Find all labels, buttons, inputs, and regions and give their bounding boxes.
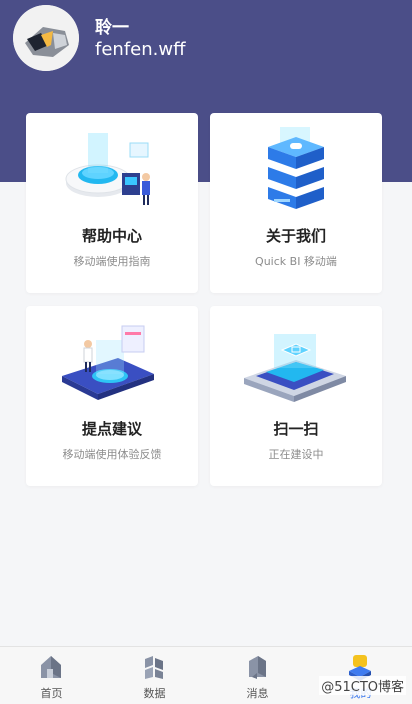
card-subtitle: 正在建设中 [268, 448, 324, 461]
feedback-illustration [62, 325, 154, 400]
tab-messages[interactable]: 消息 [206, 647, 309, 704]
card-title: 帮助中心 [81, 227, 142, 245]
avatar-image [13, 5, 79, 71]
card-title: 关于我们 [265, 227, 326, 245]
tab-label: 数据 [143, 687, 166, 700]
help-center-illustration [65, 133, 150, 205]
card-subtitle: Quick BI 移动端 [255, 255, 337, 268]
watermark: @51CTO博客 [319, 676, 406, 695]
scan-illustration [244, 334, 346, 402]
home-icon [41, 656, 61, 678]
data-icon [145, 656, 163, 679]
user-name: 聆一 [95, 18, 129, 38]
bottom-tab-bar: 首页 数据 消息 我的 [0, 646, 412, 704]
card-title: 扫一扫 [273, 420, 319, 438]
card-title: 提点建议 [81, 420, 142, 438]
help-center-card[interactable]: 帮助中心 移动端使用指南 [26, 113, 198, 293]
message-icon [249, 656, 266, 679]
card-subtitle: 移动端使用指南 [73, 255, 151, 268]
scan-card[interactable]: 扫一扫 正在建设中 [210, 306, 382, 486]
feedback-card[interactable]: 提点建议 移动端使用体验反馈 [26, 306, 198, 486]
card-subtitle: 移动端使用体验反馈 [62, 448, 162, 461]
tab-home[interactable]: 首页 [0, 647, 103, 704]
avatar[interactable] [13, 5, 79, 71]
user-account: fenfen.wff [95, 39, 186, 60]
tab-data[interactable]: 数据 [103, 647, 206, 704]
tab-label: 首页 [40, 687, 63, 700]
about-us-card[interactable]: 关于我们 Quick BI 移动端 [210, 113, 382, 293]
tab-label: 消息 [246, 687, 269, 700]
about-us-illustration [268, 127, 324, 209]
